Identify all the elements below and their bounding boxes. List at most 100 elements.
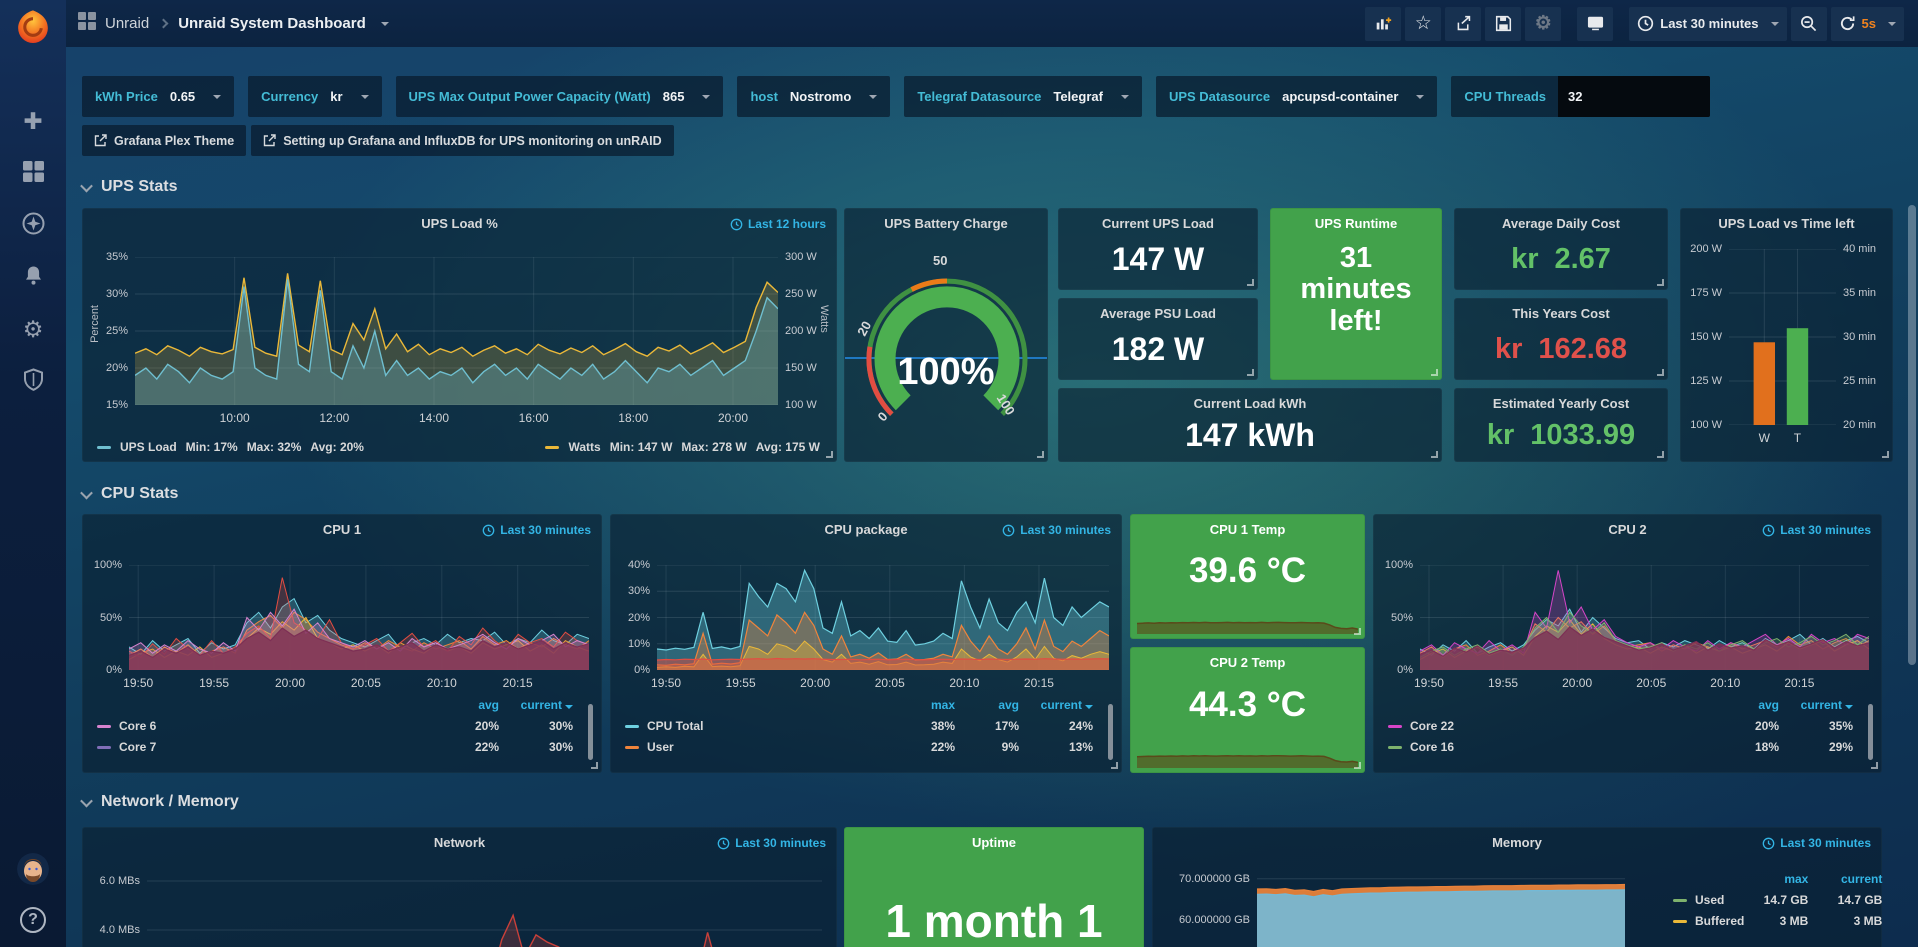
ups-load-chart[interactable]: 35%300 W30%250 W25%200 W20%150 W15%100 W… [135,257,778,405]
save-button[interactable] [1485,7,1521,41]
legend-item-ups-load[interactable]: UPS Load Min: 17% Max: 32% Avg: 20% [97,440,364,454]
legend-scrollbar[interactable] [1868,704,1873,760]
network-chart[interactable]: 6.0 MBs4.0 MBs2.0 MBs [147,868,822,947]
configuration-gear-icon[interactable]: ⚙ [20,316,46,342]
tv-mode-button[interactable] [1577,7,1613,41]
add-panel-button[interactable] [1365,7,1401,41]
panel-resize-handle[interactable] [1354,762,1361,769]
variable-telegraf-datasource[interactable]: Telegraf Datasource Telegraf [904,76,1142,117]
time-range-badge[interactable]: Last 30 minutes [717,836,826,850]
panel-resize-handle[interactable] [1111,762,1118,769]
top-navbar: Unraid Unraid System Dashboard ☆ ⚙ [66,0,1918,47]
breadcrumb-separator-icon [159,19,169,29]
section-network-memory[interactable]: Network / Memory [82,791,1918,813]
time-range-badge[interactable]: Last 12 hours [730,217,826,231]
dashboards-grid-icon[interactable] [20,160,46,186]
variable-ups-max-output[interactable]: UPS Max Output Power Capacity (Watt) 865 [396,76,724,117]
panel-title[interactable]: Estimated Yearly Cost [1455,396,1667,411]
variable-kwh-price[interactable]: kWh Price 0.65 [82,76,234,117]
panel-resize-handle[interactable] [1657,451,1664,458]
panel-title[interactable]: Current UPS Load [1059,216,1257,231]
cpu2-chart[interactable]: 100%50%0%19:5019:5520:0020:0520:1020:15 [1420,565,1869,670]
panel-resize-handle[interactable] [591,762,598,769]
axis-tick: 6.0 MBs [100,875,140,887]
panel-title[interactable]: Uptime [845,835,1143,850]
panel-resize-handle[interactable] [1871,762,1878,769]
legend-col-current[interactable]: current [1808,872,1882,886]
legend-col-avg[interactable]: avg [955,698,1019,712]
alerting-bell-icon[interactable] [20,264,46,290]
chevron-down-icon [80,179,93,192]
dashboard-settings-button[interactable]: ⚙ [1525,7,1561,41]
panel-resize-handle[interactable] [1431,451,1438,458]
clock-icon [482,524,495,537]
legend-col-avg[interactable]: avg [435,698,499,712]
panel-title[interactable]: CPU 1 Temp [1131,522,1364,537]
legend-col-max[interactable]: max [891,698,955,712]
panel-resize-handle[interactable] [1037,451,1044,458]
axis-tick: 20:00 [1562,676,1592,690]
legend-col-max[interactable]: max [1744,872,1808,886]
panel-title[interactable]: This Years Cost [1455,306,1667,321]
panel-resize-handle[interactable] [1657,279,1664,286]
time-range-badge[interactable]: Last 30 minutes [1762,836,1871,850]
panel-title[interactable]: Average Daily Cost [1455,216,1667,231]
time-range-badge[interactable]: Last 30 minutes [482,523,591,537]
create-plus-icon[interactable]: ✚ [20,108,46,134]
page-scrollbar[interactable] [1908,205,1916,665]
panel-resize-handle[interactable] [1882,451,1889,458]
panel-resize-handle[interactable] [1431,369,1438,376]
panel-resize-handle[interactable] [1247,369,1254,376]
variable-currency[interactable]: Currency kr [248,76,381,117]
refresh-interval-label[interactable]: 5s [1862,16,1876,31]
time-range-badge[interactable]: Last 30 minutes [1002,523,1111,537]
panel-resize-handle[interactable] [1354,628,1361,635]
refresh-button[interactable]: 5s [1831,7,1904,41]
link-grafana-plex-theme[interactable]: Grafana Plex Theme [82,125,246,156]
breadcrumb-app[interactable]: Unraid [105,15,149,32]
legend-col-current[interactable]: current [1779,698,1853,712]
time-range-badge[interactable]: Last 30 minutes [1762,523,1871,537]
legend-col-current[interactable]: current [499,698,573,712]
help-icon[interactable]: ? [20,907,46,933]
explore-compass-icon[interactable] [20,212,46,238]
panel-ups-runtime: UPS Runtime 31 minutes left! [1270,208,1442,380]
panel-title[interactable]: UPS Load % [83,216,836,231]
cpu-threads-input[interactable] [1558,76,1710,117]
server-admin-shield-icon[interactable] [20,368,46,394]
cpu-package-chart[interactable]: 40%30%20%10%0%19:5019:5520:0020:0520:102… [657,565,1109,670]
legend-scrollbar[interactable] [1108,704,1113,760]
legend-row: Used 14.7 GB 14.7 GB [1673,893,1882,907]
zoom-out-button[interactable] [1791,7,1827,41]
panel-resize-handle[interactable] [826,451,833,458]
ups-bars-chart[interactable]: 200 W40 min175 W35 min150 W30 min125 W25… [1729,249,1836,425]
legend-col-avg[interactable]: avg [1715,698,1779,712]
panel-resize-handle[interactable] [1247,279,1254,286]
panel-title[interactable]: UPS Load vs Time left [1681,216,1892,231]
legend-scrollbar[interactable] [588,704,593,760]
axis-tick: 19:50 [651,676,681,690]
legend-col-current[interactable]: current [1019,698,1093,712]
panel-resize-handle[interactable] [1657,369,1664,376]
section-ups-stats[interactable]: UPS Stats [82,176,1918,198]
grafana-logo-icon[interactable] [14,8,52,46]
section-cpu-stats[interactable]: CPU Stats [82,483,1918,505]
memory-chart[interactable]: 70.000000 GB60.000000 GB50.000000 GB [1257,868,1625,947]
link-ups-monitoring-guide[interactable]: Setting up Grafana and InfluxDB for UPS … [251,125,673,156]
panel-title[interactable]: CPU 2 Temp [1131,655,1364,670]
panel-title[interactable]: UPS Runtime [1271,216,1441,231]
cpu1-chart[interactable]: 100%50%0%19:5019:5520:0020:0520:1020:15 [129,565,589,670]
breadcrumb-page[interactable]: Unraid System Dashboard [178,15,366,32]
variable-host[interactable]: host Nostromo [737,76,890,117]
panel-title[interactable]: Current Load kWh [1059,396,1441,411]
legend-item-watts[interactable]: Watts Min: 147 W Max: 278 W Avg: 175 W [545,440,820,454]
clock-icon [730,218,743,231]
variable-ups-datasource[interactable]: UPS Datasource apcupsd-container [1156,76,1437,117]
dashboard-grid-icon[interactable] [78,12,96,35]
star-button[interactable]: ☆ [1405,7,1441,41]
user-avatar[interactable] [17,853,49,885]
share-button[interactable] [1445,7,1481,41]
time-range-picker[interactable]: Last 30 minutes [1629,7,1786,41]
chevron-down-icon[interactable] [381,22,389,26]
panel-title[interactable]: Average PSU Load [1059,306,1257,321]
